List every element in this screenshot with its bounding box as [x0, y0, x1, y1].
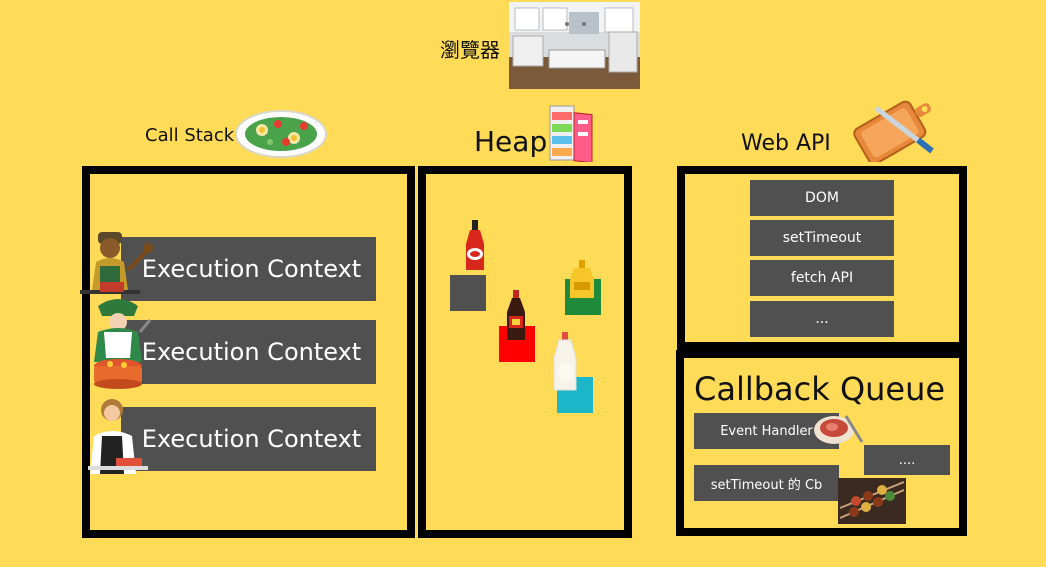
mustard-icon: [568, 260, 596, 300]
call-stack-title: Call Stack: [145, 125, 235, 146]
web-api-more: ...: [750, 301, 894, 337]
web-api-title: Web API: [741, 131, 831, 156]
callback-queue-title: Callback Queue: [694, 370, 946, 408]
skewers-photo: [838, 478, 906, 524]
soy-sauce-icon: [503, 290, 529, 342]
execution-context-box: Execution Context: [121, 320, 376, 384]
heap-title: Heap: [474, 125, 548, 158]
mayonnaise-icon: [550, 332, 580, 392]
web-api-fetch: fetch API: [750, 260, 894, 296]
ketchup-icon: [462, 220, 488, 272]
salad-bowl-icon: [234, 108, 328, 160]
chef-cooking-icon: [78, 230, 156, 300]
heap-slot-gray: [450, 275, 486, 311]
kitchen-photo: [509, 2, 640, 89]
chef-pot-icon: [84, 292, 154, 390]
web-api-settimeout: setTimeout: [750, 220, 894, 256]
cutting-board-icon: [846, 88, 942, 162]
browser-label: 瀏覽器: [440, 38, 500, 62]
callback-more: ....: [864, 445, 950, 475]
execution-context-box: Execution Context: [121, 237, 376, 301]
steak-icon: [812, 408, 864, 446]
chef-cutting-icon: [86, 396, 152, 474]
fridge-icon: [548, 104, 594, 162]
execution-context-box: Execution Context: [121, 407, 376, 471]
callback-settimeout-cb: setTimeout 的 Cb: [694, 465, 839, 501]
web-api-dom: DOM: [750, 180, 894, 216]
